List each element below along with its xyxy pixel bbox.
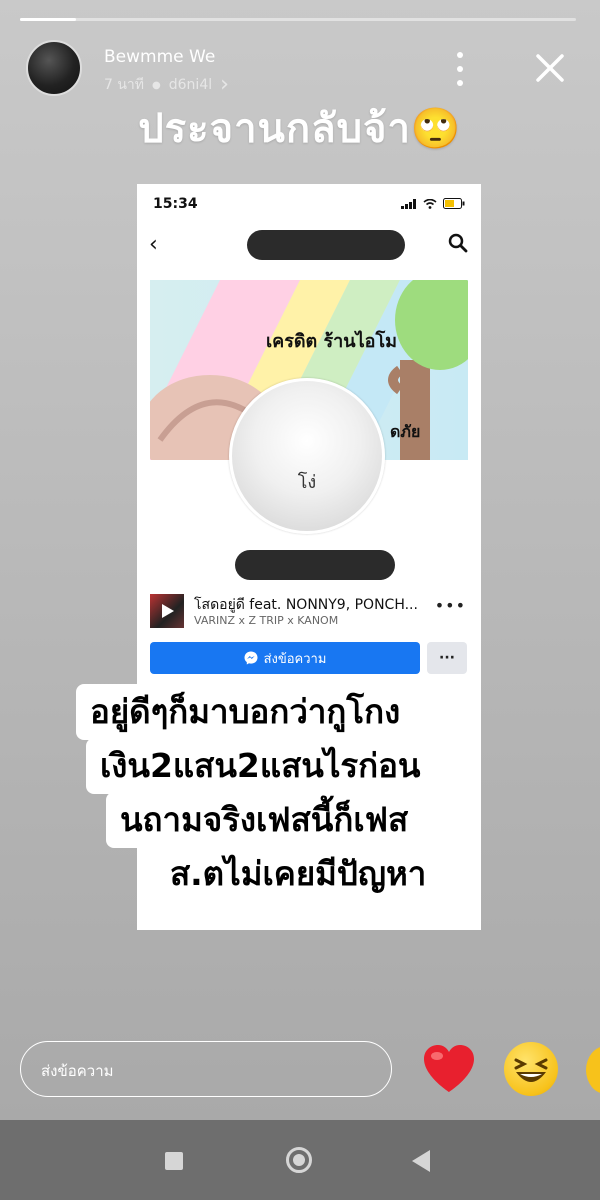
avatar[interactable] — [26, 40, 82, 96]
battery-icon — [443, 198, 465, 209]
home-icon[interactable] — [286, 1147, 312, 1173]
story-caption: ประจานกลับจ้า🙄 — [138, 106, 462, 152]
cover-text-partial: ดภัย — [390, 422, 421, 441]
redacted-name-pill — [247, 230, 405, 260]
song-title: โสดอยู่ดี feat. NONNY9, PONCH... — [194, 597, 418, 613]
status-bar: 15:34 — [137, 184, 481, 224]
send-message-label: ส่งข้อความ — [263, 651, 327, 667]
redacted-profile-name — [235, 550, 395, 580]
back-icon[interactable]: ‹ — [149, 232, 158, 257]
signal-icon — [401, 198, 416, 209]
time-ago: 7 นาที — [104, 77, 145, 93]
audience-label[interactable]: d6ni4l — [169, 77, 212, 93]
username[interactable]: Bewmme We — [104, 47, 215, 67]
overlay-line-1: อยู่ดีๆก็มาบอกว่ากูโกง — [76, 684, 415, 740]
profile-nav-row: ‹ — [137, 228, 481, 262]
send-message-button[interactable]: ส่งข้อความ — [150, 642, 420, 674]
wifi-icon — [423, 198, 437, 209]
system-back-icon[interactable] — [412, 1150, 430, 1172]
laughing-face-icon[interactable] — [504, 1042, 558, 1096]
overlay-line-4: ส.ตไม่เคยมีปัญหา — [156, 846, 441, 902]
album-art — [150, 594, 184, 628]
laughing-face-drawing — [514, 1058, 548, 1082]
recent-apps-icon[interactable] — [165, 1152, 183, 1170]
play-icon — [162, 604, 174, 618]
close-icon[interactable] — [530, 48, 570, 88]
more-vertical-icon[interactable] — [448, 52, 472, 86]
search-icon[interactable] — [447, 232, 469, 254]
more-horizontal-icon[interactable]: ••• — [435, 596, 466, 615]
reply-input[interactable]: ส่งข้อความ — [20, 1041, 392, 1097]
messenger-icon — [244, 651, 258, 665]
more-options-button[interactable]: ··· — [427, 642, 467, 674]
profile-music[interactable]: โสดอยู่ดี feat. NONNY9, PONCH... VARINZ … — [150, 594, 468, 630]
status-time: 15:34 — [153, 196, 198, 212]
profile-picture[interactable]: โง่ — [229, 378, 385, 534]
cover-text-credit: เครดิต ร้านไอโม — [266, 331, 397, 352]
song-artists: VARINZ x Z TRIP x KANOM — [194, 614, 339, 627]
heart-icon[interactable] — [420, 1040, 478, 1098]
status-icons — [401, 198, 465, 209]
story-progress-bar — [20, 18, 576, 21]
chevron-right-icon[interactable]: › — [220, 74, 229, 96]
overlay-line-2: เงิน2แสน2แสนไรก่อน — [86, 738, 435, 794]
separator-dot: ● — [152, 79, 161, 91]
story-meta: 7 นาที ● d6ni4l › — [104, 74, 229, 96]
reply-placeholder: ส่งข้อความ — [41, 1062, 114, 1080]
system-navigation-bar — [0, 1120, 600, 1200]
story-progress-fill — [20, 18, 76, 21]
profile-picture-label: โง่ — [297, 472, 317, 493]
overlay-line-3: นถามจริงเฟสนี้ก็เฟส — [106, 792, 423, 848]
